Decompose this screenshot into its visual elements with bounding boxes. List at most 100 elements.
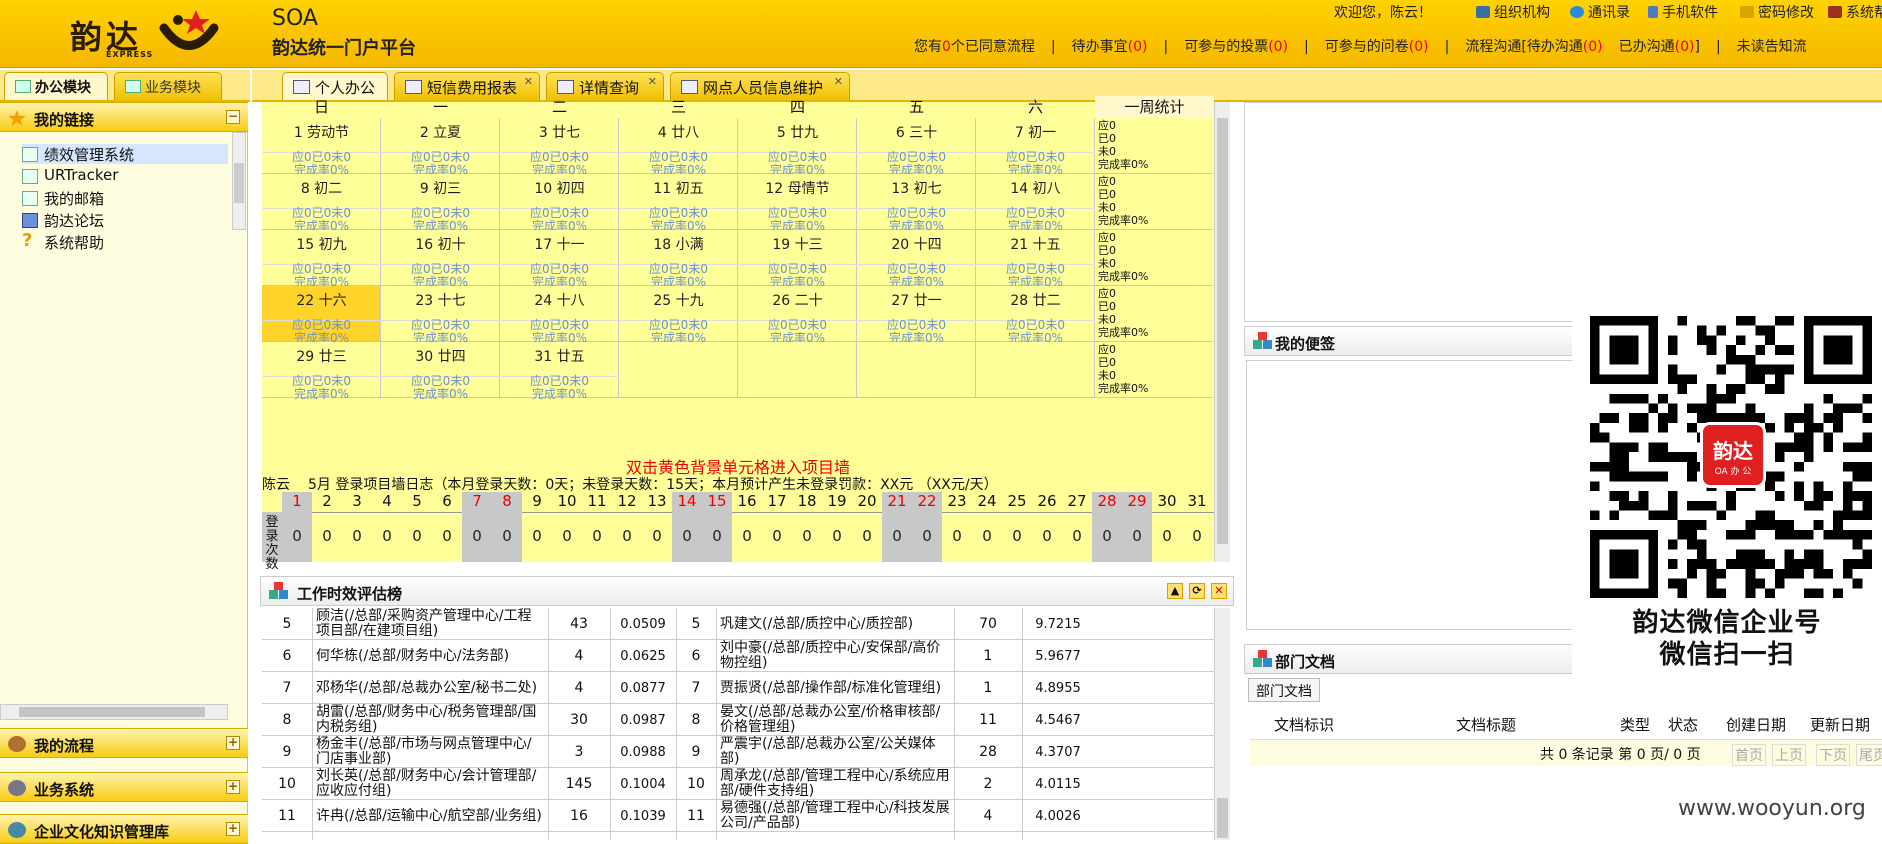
tab-office-module[interactable]: 办公模块 (4, 72, 108, 100)
calendar-day-cell[interactable]: 18 小满 应0已0未0 完成率0% (619, 230, 738, 289)
login-day: 24 (977, 492, 997, 510)
close-panel-icon[interactable]: ✕ (1211, 583, 1227, 599)
calendar-day-cell[interactable]: 19 十三 应0已0未0 完成率0% (738, 230, 857, 289)
calendar-day-cell[interactable] (619, 342, 738, 398)
org-link[interactable]: 组织机构 (1476, 2, 1550, 22)
calendar-day-cell[interactable]: 29 廿三 应0已0未0 完成率0% (262, 342, 381, 401)
calendar-day-cell[interactable]: 11 初五 应0已0未0 完成率0% (619, 174, 738, 233)
my-flow-header[interactable]: 我的流程 + (0, 728, 248, 758)
next-page-button[interactable]: 下页 (1816, 744, 1850, 766)
work-scrollbar[interactable] (1214, 608, 1230, 840)
calendar-day-cell[interactable]: 2 立夏 应0已0未0 完成率0% (381, 118, 500, 177)
done-comm-link[interactable]: 已办沟通(0)] (1619, 39, 1700, 55)
first-page-button[interactable]: 首页 (1732, 744, 1766, 766)
table-row[interactable]: 5 顾洁(/总部/采购资产管理中心/工程项目部/在建项目组) 43 0.0509 5 巩建… (262, 608, 1214, 640)
week-stat-cell: 应0 已0 未0 完成率0% (1095, 286, 1213, 342)
calendar-day-cell[interactable] (976, 342, 1095, 398)
calendar-day-cell[interactable]: 9 初三 应0已0未0 完成率0% (381, 174, 500, 233)
dept-docs-pager: 共 0 条记录 第 0 页/ 0 页 首页 上页 下页 尾页 (1250, 740, 1882, 766)
pending-flow-link[interactable]: 您有0个已同意流程 (914, 39, 1035, 55)
calendar-day-cell[interactable]: 5 廿九 应0已0未0 完成率0% (738, 118, 857, 177)
flow-comm-link[interactable]: 流程沟通[待办沟通(0) (1465, 39, 1602, 55)
calendar-day-cell[interactable]: 8 初二 应0已0未0 完成率0% (262, 174, 381, 233)
calendar-day-cell[interactable]: 13 初七 应0已0未0 完成率0% (857, 174, 976, 233)
mobile-app-link[interactable]: 手机软件 (1648, 2, 1718, 22)
week-stat-cell: 应0 已0 未0 完成率0% (1095, 118, 1213, 174)
day-label: 31 廿五 (534, 349, 585, 365)
table-row[interactable]: 7 邓杨华(/总部/总裁办公室/秘书二处) 4 0.0877 7 贾振贤(/总部/操作部/… (262, 672, 1214, 704)
table-row[interactable]: 9 杨金丰(/总部/市场与网点管理中心/门店事业部) 3 0.0988 9 严震宇(/总部… (262, 736, 1214, 768)
calendar-scrollbar[interactable] (1214, 102, 1230, 562)
link-my-mailbox[interactable]: 我的邮箱 (22, 188, 104, 208)
todo-link[interactable]: 待办事宜(0) (1072, 39, 1148, 55)
calendar-day-cell[interactable]: 20 十四 应0已0未0 完成率0% (857, 230, 976, 289)
collapse-icon[interactable]: − (226, 110, 240, 124)
dept-docs-tab[interactable]: 部门文档 (1248, 678, 1320, 702)
link-performance-system[interactable]: 绩效管理系统 (22, 144, 228, 164)
calendar-day-cell[interactable]: 26 二十 应0已0未0 完成率0% (738, 286, 857, 345)
link-urtracker[interactable]: URTracker (22, 166, 118, 186)
collapse-up-icon[interactable]: ▲ (1167, 583, 1183, 599)
calendar-day-cell[interactable]: 24 十八 应0已0未0 完成率0% (500, 286, 619, 345)
calendar-day-cell[interactable]: 15 初九 应0已0未0 完成率0% (262, 230, 381, 289)
calendar-day-cell[interactable]: 27 廿一 应0已0未0 完成率0% (857, 286, 976, 345)
password-link[interactable]: 密码修改 (1740, 2, 1814, 22)
calendar-day-cell[interactable]: 3 廿七 应0已0未0 完成率0% (500, 118, 619, 177)
calendar-day-cell[interactable]: 7 初一 应0已0未0 完成率0% (976, 118, 1095, 177)
calendar-day-cell[interactable]: 16 初十 应0已0未0 完成率0% (381, 230, 500, 289)
calendar-day-cell[interactable] (857, 342, 976, 398)
question-icon: ? (22, 230, 33, 251)
expand-icon[interactable]: + (226, 736, 240, 750)
yunda-logo[interactable]: 韵达 EXPRESS (70, 6, 240, 62)
link-yunda-forum[interactable]: 韵达论坛 (22, 210, 104, 230)
table-row[interactable]: 8 胡雷(/总部/财务中心/税务管理部/国内税务组) 30 0.0987 8 晏文(/总部… (262, 704, 1214, 736)
calendar-day-cell[interactable]: 25 十九 应0已0未0 完成率0% (619, 286, 738, 345)
login-day: 9 (532, 492, 542, 510)
col-updated[interactable]: 更新日期 (1810, 714, 1870, 735)
login-count-row: 0000000000000000000000000000000 (262, 512, 1214, 562)
calendar-day-cell[interactable]: 17 十一 应0已0未0 完成率0% (500, 230, 619, 289)
col-status[interactable]: 状态 (1668, 714, 1698, 735)
calendar-day-cell[interactable]: 14 初八 应0已0未0 完成率0% (976, 174, 1095, 233)
close-icon[interactable]: ✕ (524, 75, 533, 88)
col-created[interactable]: 创建日期 (1726, 714, 1786, 735)
my-links-header[interactable]: 我的链接 − (0, 102, 248, 132)
calendar-day-cell[interactable]: 28 廿二 应0已0未0 完成率0% (976, 286, 1095, 345)
calendar-day-cell[interactable] (738, 342, 857, 398)
close-icon[interactable]: ✕ (834, 75, 843, 88)
table-row[interactable]: 10 刘长英(/总部/财务中心/会计管理部/应收应付组) 145 0.1004 10 周承… (262, 768, 1214, 800)
calendar-day-cell[interactable]: 22 十六 应0已0未0 完成率0% (262, 286, 381, 345)
business-system-header[interactable]: 业务系统 + (0, 772, 248, 802)
help-link[interactable]: 系统帮 (1828, 2, 1882, 22)
col-doc-title[interactable]: 文档标题 (1456, 714, 1516, 735)
vote-link[interactable]: 可参与的投票(0) (1184, 39, 1288, 55)
col-doc-id[interactable]: 文档标识 (1274, 714, 1334, 735)
expand-icon[interactable]: + (226, 822, 240, 836)
login-day: 13 (647, 492, 667, 510)
left-h-scrollbar[interactable] (0, 704, 228, 720)
prev-page-button[interactable]: 上页 (1772, 744, 1806, 766)
unread-link[interactable]: 未读告知流 (1737, 39, 1807, 55)
link-system-help[interactable]: ? 系统帮助 (22, 230, 104, 252)
calendar-day-cell[interactable]: 30 廿四 应0已0未0 完成率0% (381, 342, 500, 401)
links-scrollbar[interactable] (232, 132, 246, 230)
calendar-day-cell[interactable]: 23 十七 应0已0未0 完成率0% (381, 286, 500, 345)
last-page-button[interactable]: 尾页 (1856, 744, 1882, 766)
contacts-link[interactable]: 通讯录 (1570, 2, 1630, 22)
table-cell: 11 (687, 807, 705, 824)
calendar-day-cell[interactable]: 31 廿五 应0已0未0 完成率0% (500, 342, 619, 401)
expand-icon[interactable]: + (226, 780, 240, 794)
col-type[interactable]: 类型 (1620, 714, 1650, 735)
calendar-day-cell[interactable]: 12 母情节 应0已0未0 完成率0% (738, 174, 857, 233)
close-icon[interactable]: ✕ (648, 75, 657, 88)
calendar-day-cell[interactable]: 21 十五 应0已0未0 完成率0% (976, 230, 1095, 289)
refresh-icon[interactable]: ⟳ (1189, 583, 1205, 599)
calendar-day-cell[interactable]: 6 三十 应0已0未0 完成率0% (857, 118, 976, 177)
tab-business-module[interactable]: 业务模块 (114, 72, 222, 100)
table-row[interactable]: 6 何华栋(/总部/财务中心/法务部) 4 0.0625 6 刘中豪(/总部/质控中心/安… (262, 640, 1214, 672)
calendar-day-cell[interactable]: 4 廿八 应0已0未0 完成率0% (619, 118, 738, 177)
survey-link[interactable]: 可参与的问卷(0) (1325, 39, 1429, 55)
calendar-day-cell[interactable]: 1 劳动节 应0已0未0 完成率0% (262, 118, 381, 177)
table-row[interactable]: 11 许冉(/总部/运输中心/航空部/业务组) 16 0.1039 11 易德强(/总部/… (262, 800, 1214, 832)
calendar-day-cell[interactable]: 10 初四 应0已0未0 完成率0% (500, 174, 619, 233)
